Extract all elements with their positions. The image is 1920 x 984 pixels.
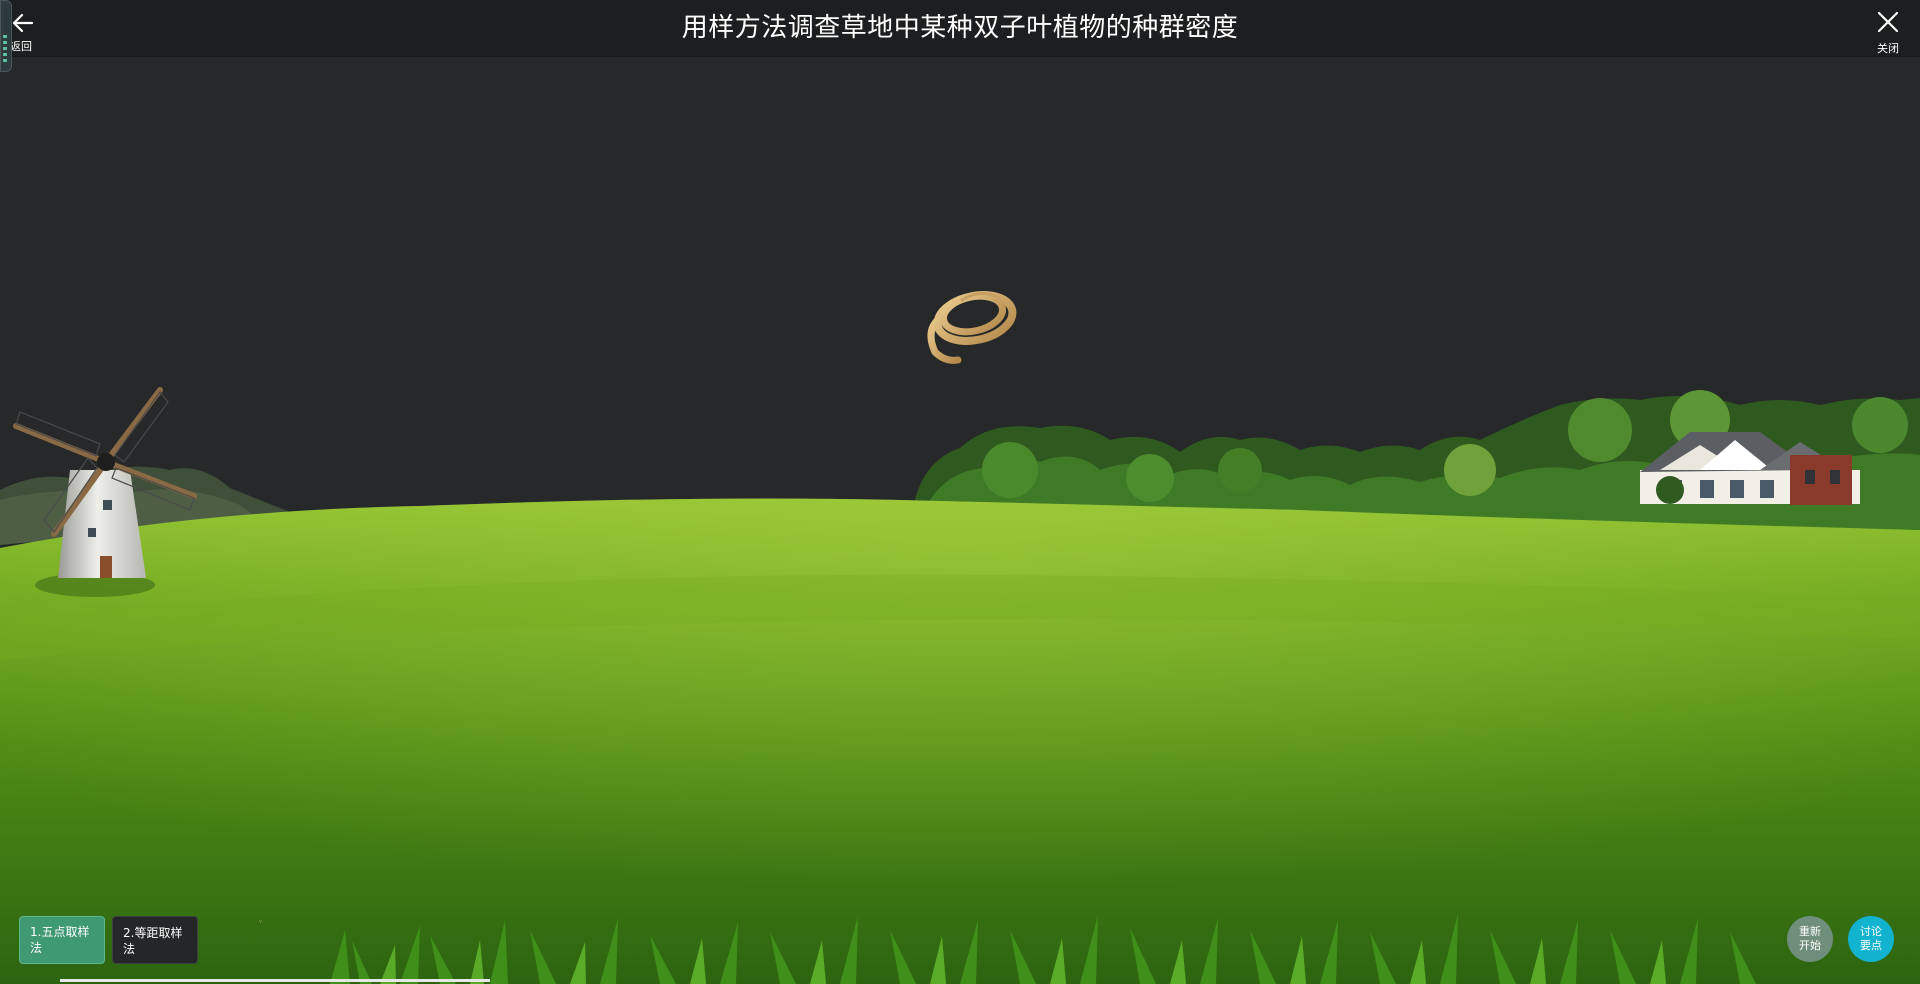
restart-label-line2: 开始 [1799, 939, 1821, 952]
progress-strip [60, 979, 490, 982]
page-title: 用样方法调查草地中某种双子叶植物的种群密度 [681, 13, 1239, 43]
restart-label-line1: 重新 [1799, 925, 1821, 938]
grass-field [0, 498, 1920, 984]
chevron-down-icon: ˅ [258, 920, 263, 931]
discuss-label-line1: 讨论 [1860, 925, 1882, 938]
discuss-label-line2: 要点 [1860, 939, 1882, 952]
handle-grip [3, 53, 7, 56]
method-1-label: 1.五点取样法 [30, 925, 90, 955]
five-point-sampling-button[interactable]: 1.五点取样法 [19, 916, 105, 964]
side-panel-handle[interactable] [0, 0, 12, 72]
discussion-points-button[interactable]: 讨论 要点 [1848, 916, 1894, 962]
grassland-scene [0, 291, 1920, 984]
header-bar: 返回 用样方法调查草地中某种双子叶植物的种群密度 关闭 [0, 0, 1920, 57]
close-icon [1877, 11, 1899, 33]
close-label: 关闭 [1877, 42, 1899, 55]
handle-grip [3, 47, 7, 50]
equidistant-sampling-button[interactable]: 2.等距取样法 [112, 916, 198, 964]
handle-grip [3, 35, 7, 38]
method-2-label: 2.等距取样法 [123, 926, 183, 956]
restart-button[interactable]: 重新 开始 [1787, 916, 1833, 962]
rope-coil-icon [927, 291, 1017, 364]
close-button[interactable]: 关闭 [1868, 8, 1908, 55]
handle-grip [3, 59, 7, 62]
simulation-stage: 返回 用样方法调查草地中某种双子叶植物的种群密度 关闭 1.五点取样法 2.等距… [0, 0, 1920, 984]
handle-grip [3, 41, 7, 44]
